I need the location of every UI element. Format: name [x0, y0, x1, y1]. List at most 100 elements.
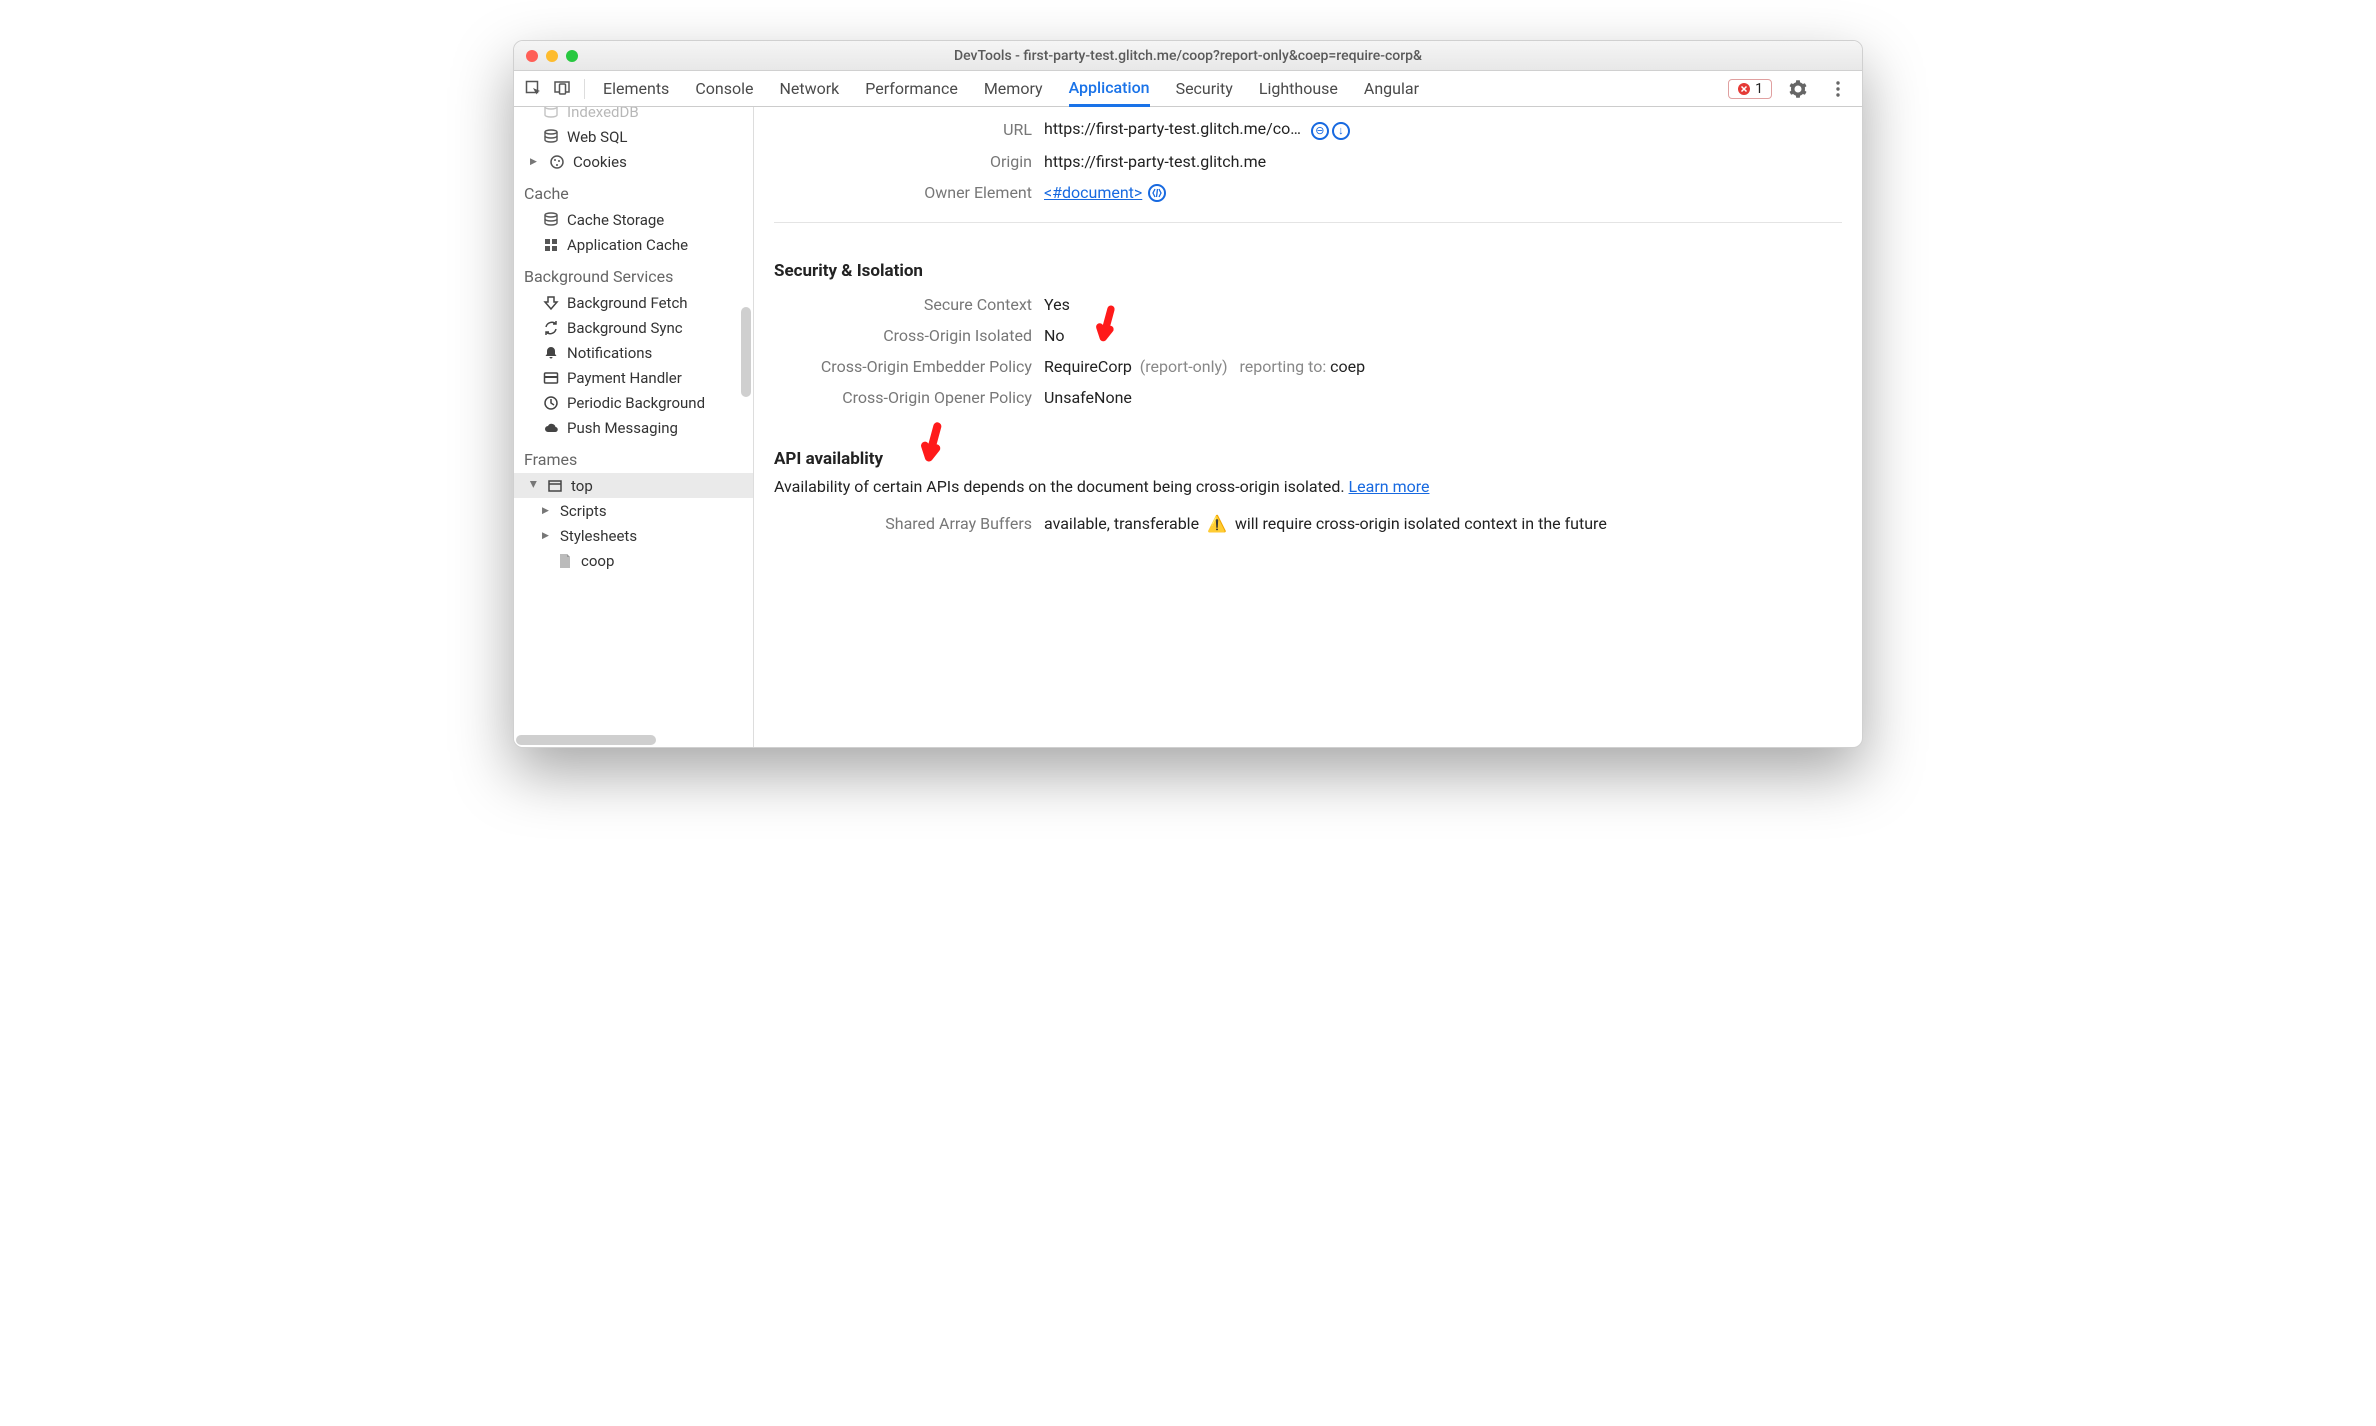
reveal-elements-icon[interactable]	[1148, 184, 1166, 202]
tab-angular[interactable]: Angular	[1364, 71, 1419, 107]
sidebar-label: Notifications	[567, 344, 652, 362]
chevron-right-icon: ▶	[530, 157, 540, 167]
document-icon	[556, 552, 573, 569]
copy-url-icon[interactable]: ⊖	[1311, 122, 1329, 140]
bell-icon	[542, 344, 559, 361]
field-owner: Owner Element <#document>	[774, 177, 1842, 208]
tab-performance[interactable]: Performance	[865, 71, 958, 107]
sidebar-label: Periodic Background	[567, 394, 705, 412]
field-url: URL https://first-party-test.glitch.me/c…	[774, 113, 1842, 146]
sidebar-item-periodic[interactable]: Periodic Background	[514, 390, 753, 415]
coep-value: RequireCorp (report-only) reporting to: …	[1044, 357, 1365, 376]
database-icon	[542, 211, 559, 228]
cloud-icon	[542, 419, 559, 436]
tab-elements[interactable]: Elements	[603, 71, 669, 107]
chevron-right-icon: ▶	[542, 506, 552, 516]
sidebar-label: Application Cache	[567, 236, 688, 254]
sidebar-label: Cookies	[573, 153, 627, 171]
grid-icon	[542, 236, 559, 253]
warning-icon: ⚠️	[1207, 514, 1227, 533]
reveal-source-icon[interactable]: ↓	[1332, 122, 1350, 140]
field-coop: Cross-Origin Opener Policy UnsafeNone	[774, 382, 1842, 413]
error-icon	[1737, 82, 1751, 96]
sidebar-section-background: Background Services	[514, 257, 753, 290]
sidebar-item-stylesheets[interactable]: ▶ Stylesheets	[514, 523, 753, 548]
window-title: DevTools - first-party-test.glitch.me/co…	[514, 48, 1862, 64]
sync-icon	[542, 319, 559, 336]
toolbar-divider	[584, 79, 585, 99]
sab-value: available, transferable ⚠️ will require …	[1044, 514, 1607, 533]
sidebar-item-cookies[interactable]: ▶ Cookies	[514, 149, 753, 174]
inspect-element-icon[interactable]	[520, 75, 548, 103]
database-icon	[542, 128, 559, 145]
field-cross-origin-isolated: Cross-Origin Isolated No	[774, 320, 1842, 351]
fetch-icon	[542, 294, 559, 311]
error-count[interactable]: 1	[1728, 79, 1772, 99]
sidebar-label: Payment Handler	[567, 369, 682, 387]
application-sidebar: IndexedDB Web SQL ▶ Cookies Cache Cache …	[514, 107, 754, 747]
learn-more-link[interactable]: Learn more	[1349, 477, 1430, 496]
owner-label: Owner Element	[774, 183, 1044, 202]
sidebar-item-bg-fetch[interactable]: Background Fetch	[514, 290, 753, 315]
settings-icon[interactable]	[1784, 75, 1812, 103]
sidebar-horizontal-scrollbar[interactable]	[516, 735, 656, 745]
tab-security[interactable]: Security	[1176, 71, 1233, 107]
devtools-window: DevTools - first-party-test.glitch.me/co…	[513, 40, 1863, 748]
chevron-right-icon: ▶	[542, 531, 552, 541]
card-icon	[542, 369, 559, 386]
more-icon[interactable]	[1824, 75, 1852, 103]
error-number: 1	[1755, 81, 1763, 97]
tab-application[interactable]: Application	[1069, 71, 1150, 107]
sidebar-item-bg-sync[interactable]: Background Sync	[514, 315, 753, 340]
tab-lighthouse[interactable]: Lighthouse	[1259, 71, 1338, 107]
sidebar-item-websql[interactable]: Web SQL	[514, 124, 753, 149]
sidebar-section-frames: Frames	[514, 440, 753, 473]
api-availability-description: Availability of certain APIs depends on …	[774, 477, 1842, 496]
sidebar-item-push[interactable]: Push Messaging	[514, 415, 753, 440]
tab-memory[interactable]: Memory	[984, 71, 1043, 107]
clock-icon	[542, 394, 559, 411]
coop-value: UnsafeNone	[1044, 388, 1132, 407]
field-origin: Origin https://first-party-test.glitch.m…	[774, 146, 1842, 177]
coep-report-only: (report-only)	[1140, 357, 1228, 376]
annotation-arrow-icon	[901, 415, 966, 480]
sidebar-label: Web SQL	[567, 128, 627, 146]
panel-tabs: Elements Console Network Performance Mem…	[593, 71, 1728, 107]
sidebar-item-indexeddb[interactable]: IndexedDB	[514, 107, 753, 124]
url-value: https://first-party-test.glitch.me/co… ⊖…	[1044, 119, 1350, 140]
origin-value: https://first-party-test.glitch.me	[1044, 152, 1266, 171]
database-icon	[542, 107, 559, 120]
origin-label: Origin	[774, 152, 1044, 171]
titlebar: DevTools - first-party-test.glitch.me/co…	[514, 41, 1862, 71]
frame-details-panel: URL https://first-party-test.glitch.me/c…	[754, 107, 1862, 747]
field-secure-context: Secure Context Yes	[774, 289, 1842, 320]
coi-label: Cross-Origin Isolated	[774, 326, 1044, 345]
coi-value: No	[1044, 326, 1065, 345]
sidebar-item-notifications[interactable]: Notifications	[514, 340, 753, 365]
sidebar-item-payment[interactable]: Payment Handler	[514, 365, 753, 390]
devtools-toolbar: Elements Console Network Performance Mem…	[514, 71, 1862, 107]
device-toolbar-icon[interactable]	[548, 75, 576, 103]
sidebar-label: top	[571, 477, 593, 495]
sidebar-section-cache: Cache	[514, 174, 753, 207]
field-shared-array-buffers: Shared Array Buffers available, transfer…	[774, 508, 1842, 539]
sidebar-item-scripts[interactable]: ▶ Scripts	[514, 498, 753, 523]
sidebar-label: Scripts	[560, 502, 607, 520]
cookie-icon	[548, 153, 565, 170]
coep-reporting-value: coep	[1330, 357, 1365, 376]
security-isolation-heading: Security & Isolation	[774, 261, 1842, 281]
field-coep: Cross-Origin Embedder Policy RequireCorp…	[774, 351, 1842, 382]
sidebar-item-coop[interactable]: coop	[514, 548, 753, 573]
sidebar-item-top-frame[interactable]: ▶ top	[514, 473, 753, 498]
owner-element-link[interactable]: <#document>	[1044, 183, 1142, 202]
sidebar-vertical-scrollbar[interactable]	[741, 307, 751, 397]
chevron-down-icon: ▶	[528, 481, 538, 491]
sidebar-label: Stylesheets	[560, 527, 637, 545]
sab-label: Shared Array Buffers	[774, 514, 1044, 533]
tab-console[interactable]: Console	[695, 71, 753, 107]
sidebar-item-cache-storage[interactable]: Cache Storage	[514, 207, 753, 232]
tab-network[interactable]: Network	[779, 71, 839, 107]
url-label: URL	[774, 120, 1044, 139]
sidebar-item-app-cache[interactable]: Application Cache	[514, 232, 753, 257]
secure-context-label: Secure Context	[774, 295, 1044, 314]
